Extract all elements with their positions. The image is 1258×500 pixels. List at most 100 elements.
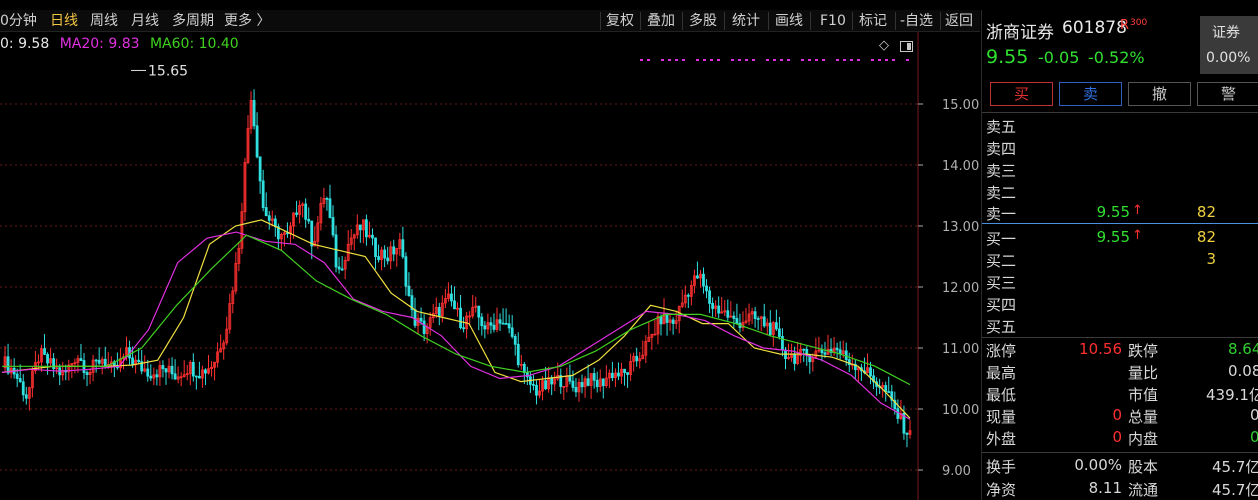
- bid-2-label: 买二: [986, 252, 1017, 270]
- signal-dot: [878, 59, 881, 61]
- bid-2-qty: 3: [1206, 250, 1216, 268]
- stock-price: 9.55: [986, 46, 1029, 68]
- divider: [982, 112, 1258, 113]
- signal-dot: [836, 59, 839, 61]
- signal-dot: [682, 59, 685, 61]
- sector-box[interactable]: 证券 0.00%: [1200, 16, 1258, 74]
- candle-body: [887, 391, 891, 393]
- bid-3-label: 买三: [986, 274, 1017, 292]
- turnover-value: 0.00%: [1074, 456, 1122, 474]
- diamond-icon[interactable]: ◇: [879, 38, 889, 53]
- high-label: 最高: [986, 364, 1017, 382]
- signal-dot: [661, 59, 664, 61]
- y-tick-label: 10.00: [942, 403, 979, 418]
- signal-dot: [780, 59, 783, 61]
- signal-dot: [843, 59, 846, 61]
- candle-body: [595, 379, 599, 388]
- sell-button[interactable]: 卖: [1059, 82, 1122, 106]
- candle-body: [884, 385, 888, 392]
- candle-body: [304, 203, 308, 220]
- divider: [982, 337, 1258, 338]
- candle-body: [838, 349, 842, 354]
- price-grid: [0, 103, 918, 471]
- candle-body: [626, 372, 629, 375]
- candle-body: [261, 180, 265, 208]
- f10-button[interactable]: F10: [820, 11, 846, 31]
- candle-body: [103, 358, 107, 367]
- period-tab-weekly[interactable]: 周线: [90, 11, 118, 31]
- price-axis: 15.00 14.00 13.00 12.00 11.00 10.00 9.00: [917, 32, 979, 500]
- candle-body: [161, 365, 165, 370]
- candle-body: [507, 323, 511, 329]
- toolbar-divider: [682, 12, 683, 30]
- candle-body: [823, 352, 827, 355]
- candle-body: [571, 380, 575, 388]
- candle-body: [155, 374, 159, 378]
- candle-body: [340, 268, 344, 271]
- period-tab-daily[interactable]: 日线: [50, 11, 78, 31]
- statistics-button[interactable]: 统计: [732, 11, 760, 31]
- stock-tag-sub: 300: [1130, 18, 1148, 28]
- candlestick-chart[interactable]: 15.00 14.00 13.00 12.00 11.00 10.00 9.00 15.65: [0, 32, 980, 500]
- candle-body: [844, 350, 848, 361]
- multi-stock-button[interactable]: 多股: [689, 11, 717, 31]
- candle-body: [15, 373, 19, 379]
- period-tab-monthly[interactable]: 月线: [131, 11, 159, 31]
- period-tab-minute[interactable]: 0分钟: [0, 11, 37, 31]
- candle-body: [258, 156, 262, 182]
- candle-body: [24, 394, 28, 399]
- candle-body: [310, 220, 314, 247]
- candle-body: [173, 373, 177, 380]
- outer-volume-value: 0: [1112, 428, 1122, 446]
- candle-body: [735, 318, 739, 324]
- candle-body: [610, 372, 614, 379]
- moving-average-lines: [1, 219, 911, 420]
- toolbar-divider: [810, 12, 811, 30]
- candle-body: [768, 322, 772, 335]
- signal-dot: [906, 59, 909, 61]
- float-shares-label: 流通: [1128, 481, 1159, 499]
- share-capital-value: 45.7亿: [1212, 458, 1258, 476]
- limit-down-label: 跌停: [1128, 342, 1159, 360]
- candle-body: [404, 256, 408, 287]
- signal-dot: [787, 59, 790, 61]
- total-volume-value: 0: [1250, 406, 1258, 424]
- candle-body: [717, 305, 721, 314]
- candle-body: [802, 348, 806, 351]
- candle-body: [869, 367, 872, 377]
- y-tick-label: 12.00: [942, 281, 979, 296]
- mark-button[interactable]: 标记: [859, 11, 887, 31]
- period-tab-multi[interactable]: 多周期: [172, 11, 214, 31]
- candle-body: [194, 375, 198, 378]
- candle-body: [97, 359, 101, 364]
- remove-watchlist-button[interactable]: -自选: [900, 11, 933, 31]
- candle-body: [437, 307, 441, 317]
- candle-body: [489, 322, 493, 326]
- quote-panel: 浙商证券 601878 R 300 9.55 -0.05 -0.52% 证券 0…: [981, 10, 1258, 500]
- toolbar-divider: [852, 12, 853, 30]
- alert-button[interactable]: 警: [1197, 82, 1258, 106]
- overlay-button[interactable]: 叠加: [647, 11, 675, 31]
- candle-body: [516, 343, 520, 366]
- candle-body: [337, 266, 341, 270]
- draw-line-button[interactable]: 画线: [775, 11, 803, 31]
- buy-button[interactable]: 买: [990, 82, 1053, 106]
- toolbar-divider: [940, 12, 941, 30]
- signal-dot: [745, 59, 748, 61]
- back-button[interactable]: 返回: [945, 11, 973, 31]
- cancel-order-button[interactable]: 撤: [1128, 82, 1191, 106]
- y-tick-label: 11.00: [942, 342, 979, 357]
- candle-body: [574, 386, 578, 393]
- fuquan-button[interactable]: 复权: [606, 11, 634, 31]
- signal-dot: [675, 59, 678, 61]
- candle-body: [325, 197, 329, 200]
- candle-body: [365, 219, 368, 238]
- period-tab-more[interactable]: 更多 〉: [224, 11, 270, 31]
- inner-volume-value: 0: [1250, 428, 1258, 446]
- window-icon[interactable]: [900, 41, 913, 52]
- toolbar-divider: [600, 12, 601, 30]
- candle-body: [18, 378, 22, 383]
- candle-body: [204, 369, 207, 374]
- stock-name: 浙商证券: [986, 23, 1054, 43]
- candle-body: [774, 322, 778, 330]
